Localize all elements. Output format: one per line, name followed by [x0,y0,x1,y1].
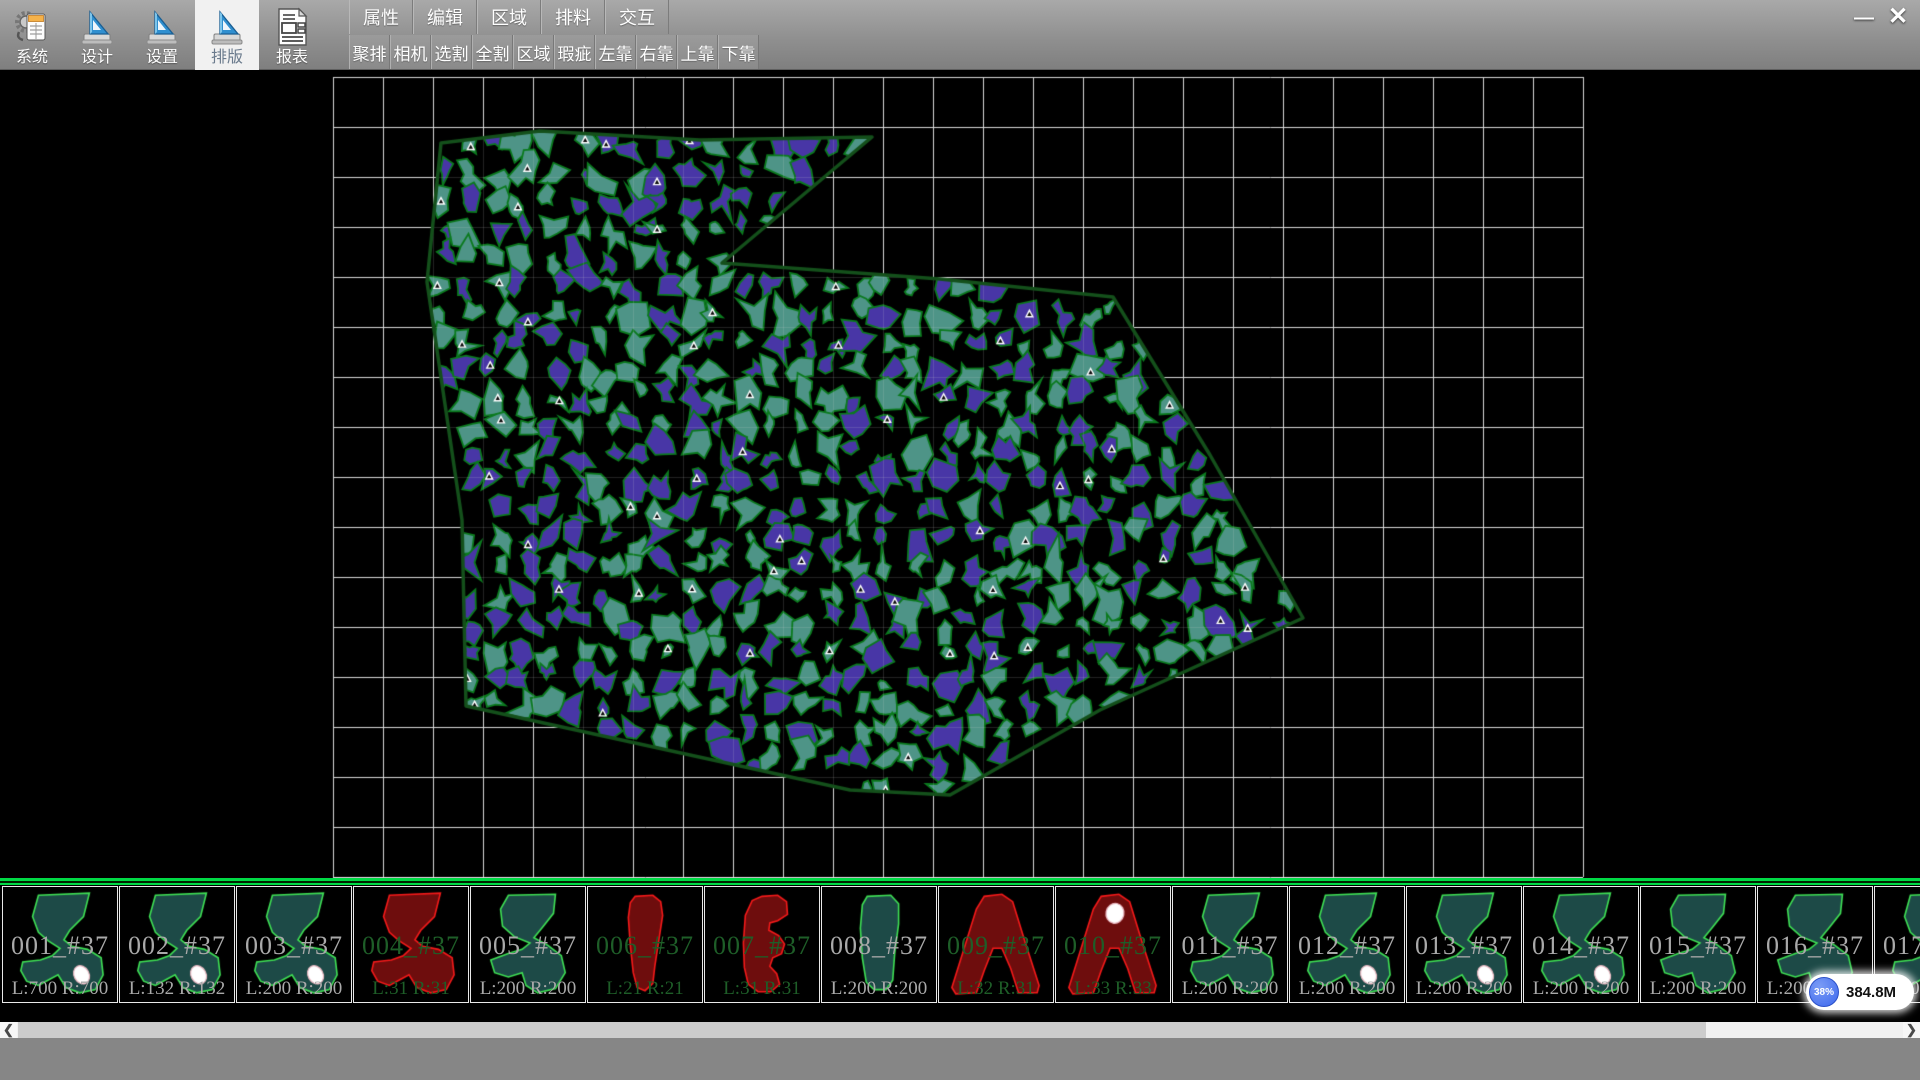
piece-lr-count-label: L:132 R:132 [120,978,234,1000]
thumbnail-list: 001_#37 L:700 R:700002_#37 L:132 R:132003_… [2,886,1920,1003]
action-button-9[interactable]: 上靠 [677,35,718,69]
piece-lr-count-label: L:200 R:200 [822,978,936,1000]
app-button-label: 排版 [211,49,243,67]
action-button-10[interactable]: 下靠 [718,35,759,69]
piece-id-label: 009_#37 [939,931,1053,961]
piece-lr-count-label: L:200 R:200 [1173,978,1287,1000]
app-button-5[interactable]: 报表 [260,0,324,70]
app-button-label: 系统 [16,49,48,67]
thumbnail-cell-006[interactable]: 006_#37 L:21 R:21 [587,886,703,1003]
nesting-canvas-area [0,70,1920,878]
system-gear-icon [13,5,51,49]
app-button-2[interactable]: 设计 [65,0,129,70]
piece-id-label: 014_#37 [1524,931,1638,961]
action-button-2[interactable]: 相机 [390,35,431,69]
action-button-1[interactable]: 聚排 [349,35,390,69]
design-ruler-icon [78,5,116,49]
piece-id-label: 007_#37 [705,931,819,961]
report-document-icon [273,5,311,49]
piece-id-label: 005_#37 [471,931,585,961]
thumbnail-cell-007[interactable]: 007_#37 L:31 R:31 [704,886,820,1003]
thumbnail-cell-009[interactable]: 009_#37 L:32 R:31 [938,886,1054,1003]
close-button[interactable]: ✕ [1880,2,1916,30]
piece-id-label: 004_#37 [354,931,468,961]
piece-id-label: 017_#37 [1875,931,1920,961]
action-button-row: 聚排相机选割全割区域瑕疵左靠右靠上靠下靠 [349,35,759,70]
main-toolbar: 系统 设计 设置 排版 报表 属性编辑区域排料交互 聚排相机选割全割区 [0,0,1920,70]
action-button-3[interactable]: 选割 [431,35,472,69]
piece-lr-count-label: L:200 R:200 [237,978,351,1000]
piece-id-label: 002_#37 [120,931,234,961]
thumbnail-cell-003[interactable]: 003_#37 L:200 R:200 [236,886,352,1003]
settings-ruler-icon [143,5,181,49]
thumbnail-cell-014[interactable]: 014_#37 L:200 R:200 [1523,886,1639,1003]
app-button-4[interactable]: 排版 [195,0,259,70]
app-button-label: 设计 [81,49,113,67]
thumbnail-cell-011[interactable]: 011_#37 L:200 R:200 [1172,886,1288,1003]
window-controls: — ✕ [1848,2,1916,32]
piece-lr-count-label: L:33 R:33 [1056,978,1170,1000]
app-button-3[interactable]: 设置 [130,0,194,70]
menu-tab-1[interactable]: 属性 [349,0,413,34]
piece-lr-count-label: L:31 R:31 [354,978,468,1000]
piece-lr-count-label: L:200 R:200 [1407,978,1521,1000]
thumbnail-cell-015[interactable]: 015_#37 L:200 R:200 [1640,886,1756,1003]
thumbnail-cell-013[interactable]: 013_#37 L:200 R:200 [1406,886,1522,1003]
app-button-1[interactable]: 系统 [0,0,64,70]
piece-thumbnail-strip: 001_#37 L:700 R:700002_#37 L:132 R:132003_… [0,878,1920,1022]
menu-tab-3[interactable]: 区域 [477,0,541,34]
menu-tab-2[interactable]: 编辑 [413,0,477,34]
memory-usage-text: 384.8M [1846,984,1896,1001]
piece-id-label: 012_#37 [1290,931,1404,961]
piece-id-label: 010_#37 [1056,931,1170,961]
progress-circle: 38% [1809,977,1839,1007]
piece-lr-count-label: L:31 R:31 [705,978,819,1000]
layout-ruler-icon [208,5,246,49]
thumbnail-cell-004[interactable]: 004_#37 L:31 R:31 [353,886,469,1003]
thumbnail-cell-010[interactable]: 010_#37 L:33 R:33 [1055,886,1171,1003]
horizontal-scrollbar[interactable]: ❮ ❯ [0,1022,1920,1038]
piece-lr-count-label: L:700 R:700 [3,978,117,1000]
thumbnail-cell-002[interactable]: 002_#37 L:132 R:132 [119,886,235,1003]
piece-lr-count-label: L:32 R:31 [939,978,1053,1000]
action-button-5[interactable]: 区域 [513,35,554,69]
piece-id-label: 003_#37 [237,931,351,961]
bottom-status-bar [0,1038,1920,1080]
application-window: 系统 设计 设置 排版 报表 属性编辑区域排料交互 聚排相机选割全割区 [0,0,1920,1080]
action-button-4[interactable]: 全割 [472,35,513,69]
menu-tab-bar: 属性编辑区域排料交互 [349,0,669,34]
menu-tab-5[interactable]: 交互 [605,0,669,34]
piece-id-label: 011_#37 [1173,931,1287,961]
piece-lr-count-label: L:200 R:200 [1641,978,1755,1000]
app-button-label: 设置 [146,49,178,67]
menu-tab-4[interactable]: 排料 [541,0,605,34]
scroll-right-arrow-icon[interactable]: ❯ [1903,1022,1920,1038]
minimize-button[interactable]: — [1848,6,1880,30]
piece-id-label: 006_#37 [588,931,702,961]
strip-separator-line [0,878,1920,886]
status-badge: 38% 384.8M [1806,974,1914,1010]
action-button-6[interactable]: 瑕疵 [554,35,595,69]
action-button-8[interactable]: 右靠 [636,35,677,69]
piece-id-label: 013_#37 [1407,931,1521,961]
thumbnail-cell-001[interactable]: 001_#37 L:700 R:700 [2,886,118,1003]
thumbnail-cell-012[interactable]: 012_#37 L:200 R:200 [1289,886,1405,1003]
piece-lr-count-label: L:21 R:21 [588,978,702,1000]
piece-id-label: 016_#37 [1758,931,1872,961]
piece-lr-count-label: L:200 R:200 [1524,978,1638,1000]
nesting-canvas[interactable] [0,70,1920,878]
thumbnail-cell-008[interactable]: 008_#37 L:200 R:200 [821,886,937,1003]
piece-id-label: 001_#37 [3,931,117,961]
scroll-left-arrow-icon[interactable]: ❮ [0,1022,17,1038]
piece-id-label: 015_#37 [1641,931,1755,961]
scrollbar-thumb[interactable] [18,1022,1706,1038]
thumbnail-cell-005[interactable]: 005_#37 L:200 R:200 [470,886,586,1003]
piece-lr-count-label: L:200 R:200 [471,978,585,1000]
piece-lr-count-label: L:200 R:200 [1290,978,1404,1000]
piece-id-label: 008_#37 [822,931,936,961]
action-button-7[interactable]: 左靠 [595,35,636,69]
app-button-label: 报表 [276,49,308,67]
